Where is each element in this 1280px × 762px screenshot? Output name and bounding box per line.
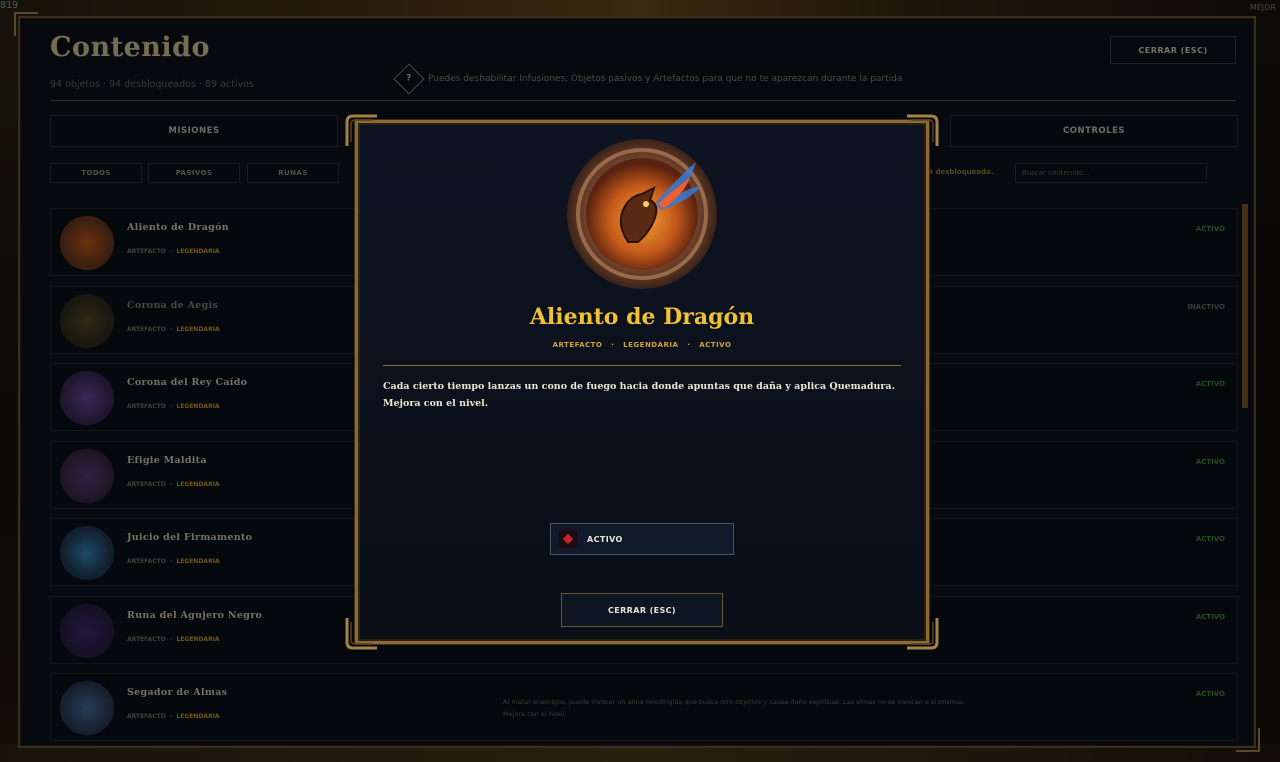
item-detail-modal: Aliento de Dragón ARTEFACTO · LEGENDARIA… (345, 114, 939, 650)
frame-ornament-icon (345, 616, 379, 650)
item-description: Cada cierto tiempo lanzas un cono de fue… (383, 381, 895, 409)
modal-title: Aliento de Dragón (529, 304, 755, 330)
frame-ornament-icon (345, 114, 379, 148)
active-toggle[interactable]: ACTIVO (550, 523, 734, 555)
dragon-emblem-icon (566, 138, 718, 290)
tag-separator: · (611, 341, 615, 349)
rarity-tag: LEGENDARIA (623, 341, 679, 349)
tag-separator: · (687, 341, 691, 349)
modal-divider (383, 365, 901, 366)
type-tag: ARTEFACTO (552, 341, 603, 349)
status-tag: ACTIVO (699, 341, 732, 349)
frame-ornament-icon (905, 114, 939, 148)
diamond-icon (559, 530, 577, 548)
modal-tags: ARTEFACTO · LEGENDARIA · ACTIVO (345, 341, 939, 349)
modal-close-button[interactable]: CERRAR (ESC) (561, 593, 723, 627)
toggle-label: ACTIVO (587, 534, 623, 544)
frame-ornament-icon (905, 616, 939, 650)
